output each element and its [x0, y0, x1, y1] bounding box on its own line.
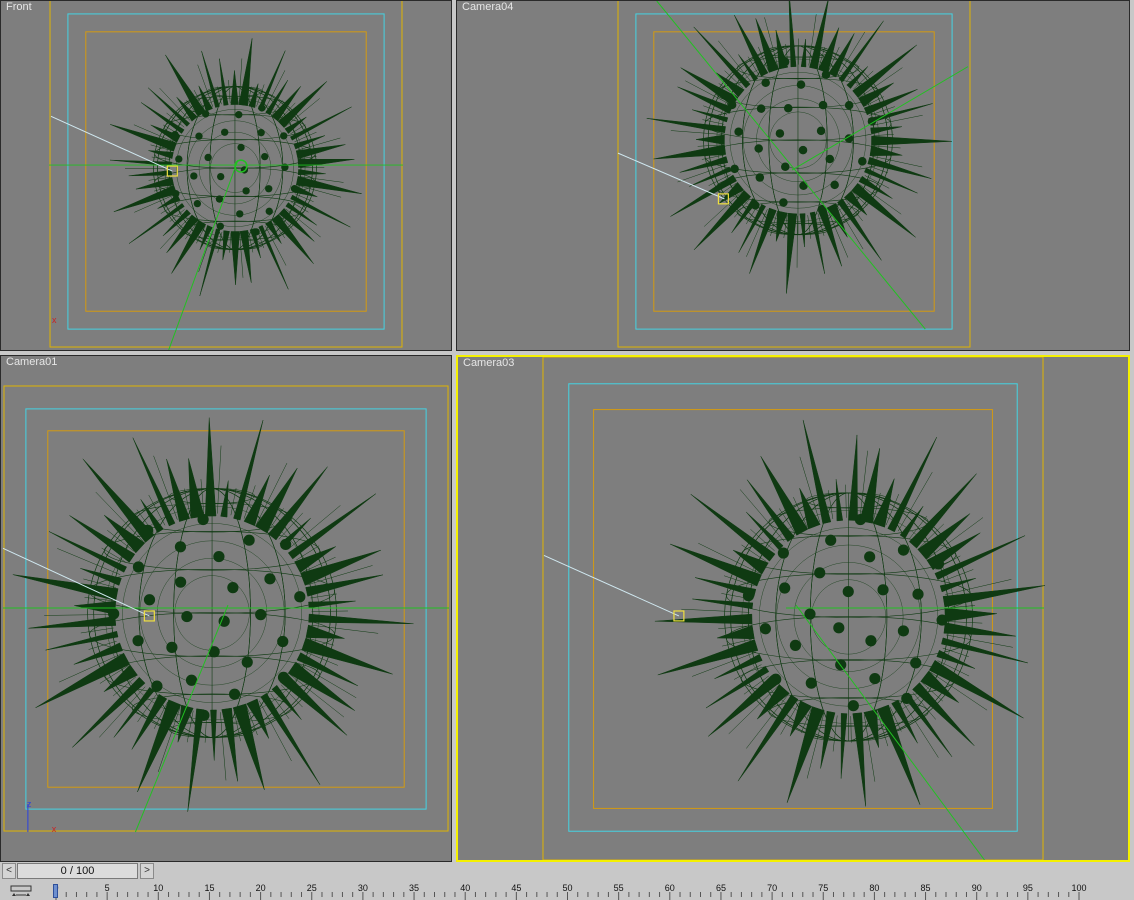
viewport-label-front[interactable]: Front — [6, 1, 32, 13]
tick-label: 70 — [767, 883, 777, 893]
tick-label: 85 — [921, 883, 931, 893]
tick-label: 55 — [614, 883, 624, 893]
tick-label: 60 — [665, 883, 675, 893]
axis-x-label: x — [52, 824, 57, 834]
viewport-label-camera01[interactable]: Camera01 — [6, 356, 57, 368]
tick-label: 65 — [716, 883, 726, 893]
camera-direction-line — [168, 159, 239, 350]
spikes — [12, 417, 414, 812]
viewport-camera01-scene: zx — [2, 385, 450, 834]
next-frame-button[interactable]: > — [140, 863, 154, 879]
safe-frame-title — [85, 31, 367, 312]
tick-label: 80 — [869, 883, 879, 893]
tick-label: 90 — [972, 883, 982, 893]
viewport-label-camera03[interactable]: Camera03 — [463, 357, 514, 369]
current-frame-marker[interactable] — [53, 884, 58, 898]
tick-label: 20 — [256, 883, 266, 893]
tick-label: 40 — [460, 883, 470, 893]
viewport-camera04[interactable]: Camera04 — [456, 0, 1130, 351]
tick-label: 15 — [204, 883, 214, 893]
tick-label: 95 — [1023, 883, 1033, 893]
axis-z-label: z — [27, 799, 32, 809]
tick-label: 35 — [409, 883, 419, 893]
safe-frame-live — [49, 1, 403, 348]
tick-label: 5 — [105, 883, 110, 893]
light-direction-line — [617, 152, 725, 200]
viewport-front[interactable]: Front x — [0, 0, 452, 351]
safe-frame-title — [653, 31, 935, 312]
urchin-mesh — [654, 419, 1046, 807]
viewport-front-scene: x — [49, 1, 403, 350]
previous-frame-button[interactable]: < — [2, 863, 16, 879]
tick-label: 10 — [153, 883, 163, 893]
tick-label: 45 — [511, 883, 521, 893]
urchin-mesh — [12, 417, 414, 812]
light-direction-line — [543, 554, 680, 617]
tick-label: 25 — [307, 883, 317, 893]
viewport-camera04-scene — [617, 1, 971, 348]
tick-label: 50 — [562, 883, 572, 893]
viewport-label-camera04[interactable]: Camera04 — [462, 1, 513, 13]
axis-x-label: x — [52, 315, 57, 325]
tick-label: 30 — [358, 883, 368, 893]
safe-frame-action — [67, 13, 385, 330]
viewport-camera01[interactable]: Camera01 zx — [0, 355, 452, 862]
time-slider-thumb[interactable]: 0 / 100 — [17, 863, 138, 879]
tick-label: 75 — [818, 883, 828, 893]
key-filter-icon[interactable] — [10, 885, 32, 899]
light-direction-line — [50, 115, 173, 172]
viewport-camera03[interactable]: Camera03 — [456, 355, 1130, 862]
timeline-track-bar: 0510152025303540455055606570758085909510… — [0, 882, 1134, 900]
timeline-ruler[interactable]: 0510152025303540455055606570758085909510… — [50, 882, 1134, 900]
tick-label: 100 — [1071, 883, 1086, 893]
time-slider-bar: < 0 / 100 > — [0, 862, 1134, 882]
spikes — [654, 419, 1046, 807]
viewport-camera03-scene — [542, 357, 1046, 860]
